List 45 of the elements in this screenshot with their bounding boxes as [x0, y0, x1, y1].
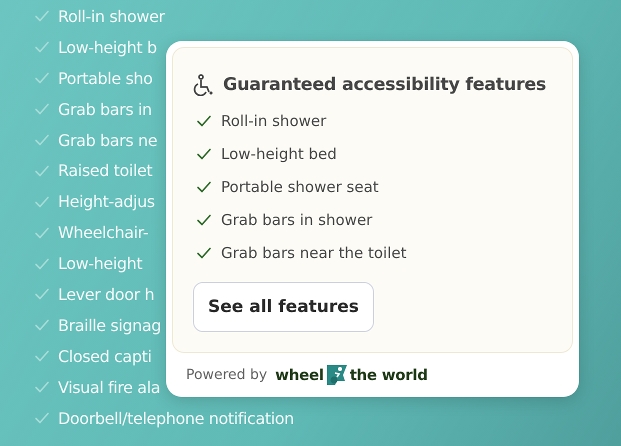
- feature-label: Low-height bed: [221, 144, 337, 162]
- check-icon: [196, 212, 212, 228]
- feature-label: Closed capti: [58, 346, 152, 366]
- feature-label: Lever door h: [58, 284, 154, 304]
- feature-label: Roll-in shower: [221, 112, 326, 130]
- check-icon: [196, 178, 212, 194]
- check-icon: [34, 70, 50, 86]
- feature-label: Grab bars near the toilet: [221, 244, 406, 262]
- check-icon: [196, 244, 212, 260]
- feature-label: Low-height: [58, 254, 142, 274]
- wheelchair-icon: [193, 74, 213, 96]
- feature-label: Grab bars in: [58, 100, 152, 119]
- feature-label: Braille signag: [58, 316, 162, 335]
- check-icon: [34, 256, 50, 272]
- flag-icon: [324, 363, 349, 387]
- check-icon: [196, 112, 212, 128]
- feature-label: Doorbell/telephone notification: [58, 408, 294, 428]
- feature-label: Low-height b: [58, 38, 157, 57]
- powered-by-label: Powered by: [186, 367, 268, 383]
- check-icon: [34, 348, 50, 364]
- check-icon: [34, 101, 50, 118]
- feature-label: Wheelchair-: [58, 223, 148, 242]
- check-icon: [34, 224, 50, 241]
- check-icon: [34, 379, 50, 396]
- check-icon: [196, 146, 212, 162]
- feature-label: Grab bars ne: [58, 130, 158, 150]
- check-icon: [34, 317, 50, 334]
- check-icon: [34, 132, 50, 148]
- feature-label: Raised toilet: [58, 161, 152, 180]
- feature-label: Visual fire ala: [58, 378, 160, 397]
- feature-label: Roll-in shower: [58, 6, 165, 26]
- check-icon: [34, 8, 50, 24]
- check-icon: [34, 194, 50, 210]
- feature-label: Portable shower seat: [221, 178, 379, 196]
- check-icon: [34, 286, 50, 302]
- check-icon: [34, 39, 50, 56]
- feature-label: Grab bars in shower: [221, 210, 372, 228]
- feature-label: Portable sho: [58, 68, 153, 88]
- brand-name: wheel: [275, 366, 324, 384]
- brand-name: the world: [350, 366, 428, 384]
- check-icon: [34, 162, 50, 179]
- check-icon: [34, 410, 50, 426]
- feature-label: Height-adjus: [58, 192, 155, 212]
- card-title: Guaranteed accessibility features: [223, 75, 546, 95]
- see-all-features-button[interactable]: See all features: [193, 282, 374, 332]
